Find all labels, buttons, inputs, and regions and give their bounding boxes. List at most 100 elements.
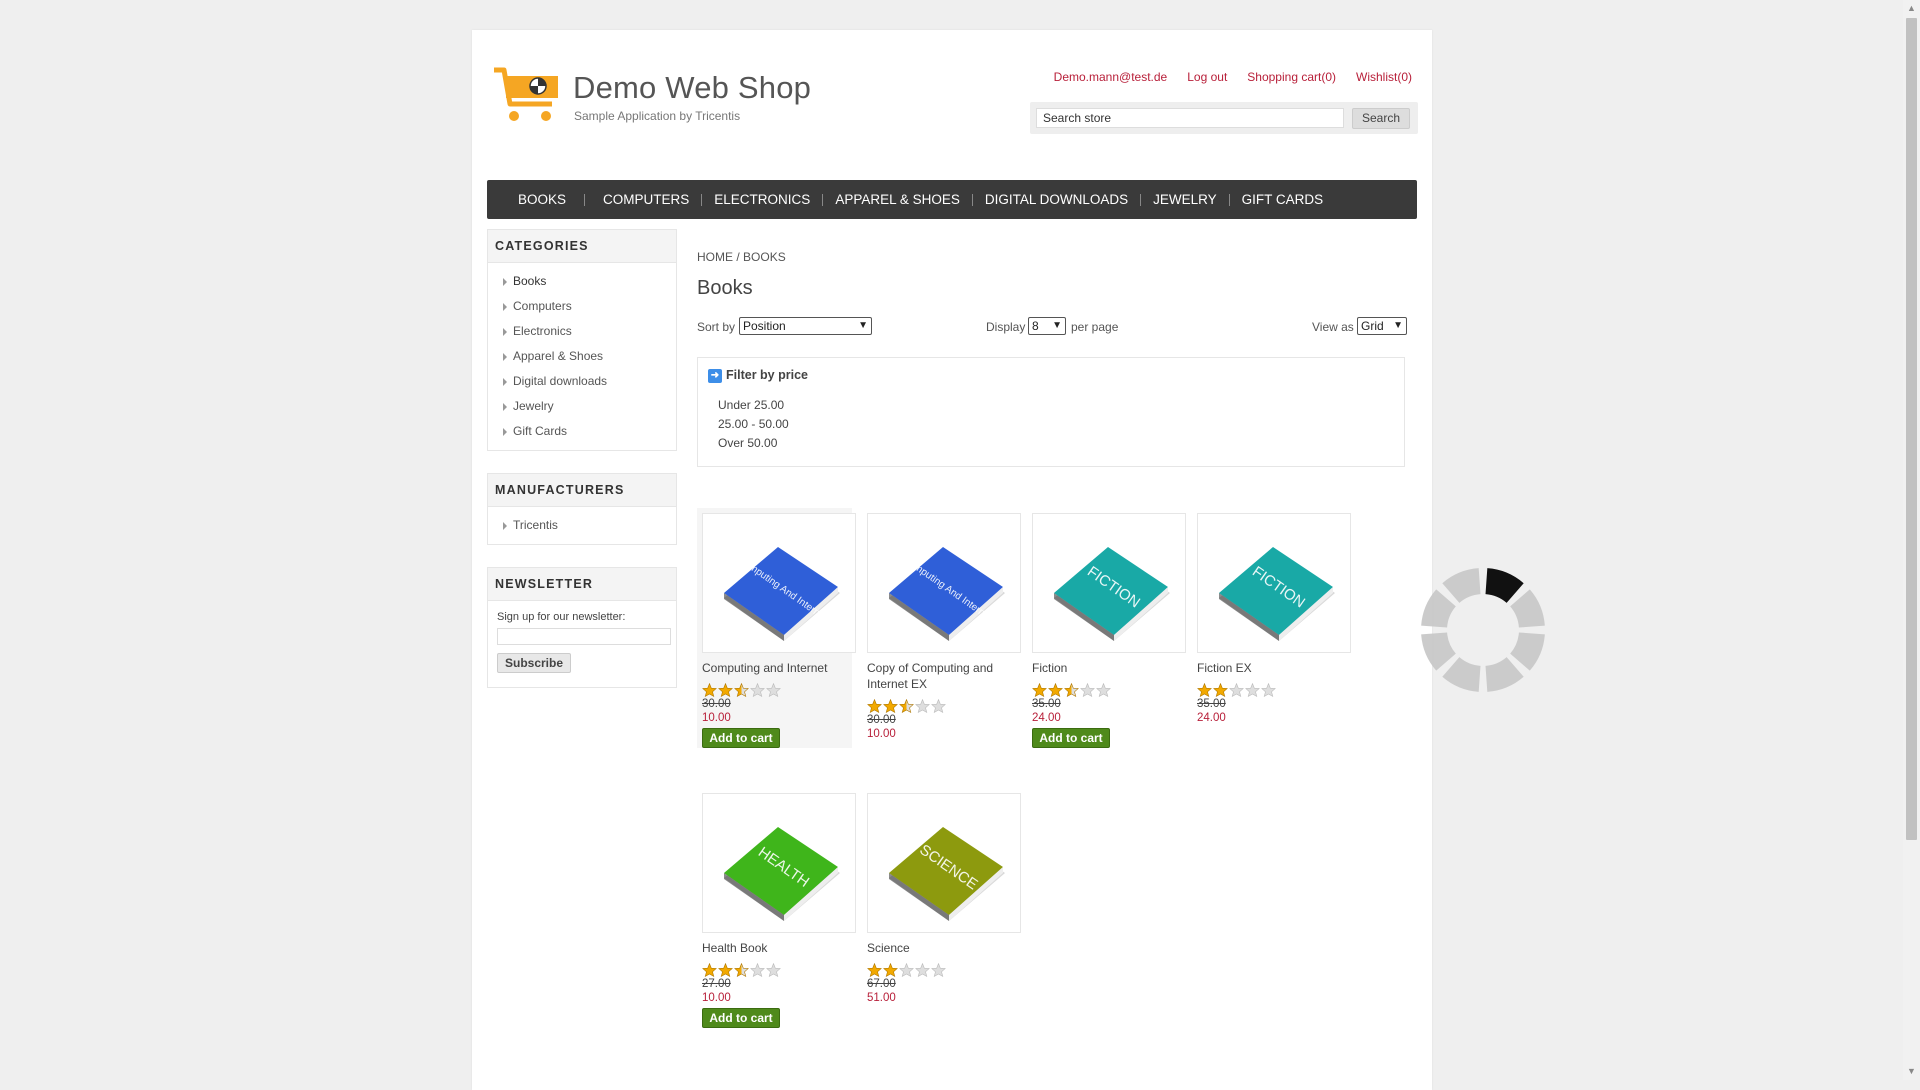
product-image[interactable]: Computing And Internet (867, 513, 1021, 653)
star-icon (702, 682, 718, 698)
book-cover-image: Computing And Internet (889, 547, 1005, 641)
star-icon (1261, 682, 1277, 698)
product-title[interactable]: Science (867, 940, 1017, 956)
product-title[interactable]: Health Book (702, 940, 852, 956)
menu-item-computers[interactable]: COMPUTERS (603, 192, 689, 207)
product-image[interactable]: FICTION (1032, 513, 1186, 653)
product-item: Computing And Internet Computing and Inte… (697, 508, 856, 748)
search-button[interactable]: Search (1352, 108, 1410, 129)
spinner-segment (1485, 657, 1524, 692)
price-option-over-50[interactable]: Over 50.00 (718, 434, 789, 453)
arrow-right-icon (503, 403, 507, 411)
sort-value: Position (743, 319, 786, 333)
category-label: Computers (513, 299, 572, 313)
top-menu: BOOKS COMPUTERS ELECTRONICS APPAREL & SH… (487, 180, 1417, 219)
star-icon (867, 698, 883, 714)
menu-item-books[interactable]: BOOKS (518, 192, 566, 207)
newsletter-title: NEWSLETTER (488, 568, 676, 601)
vertical-scrollbar[interactable]: ▲ ▼ (1903, 0, 1920, 1080)
chevron-down-icon: ▼ (858, 320, 868, 331)
star-icon (915, 962, 931, 978)
arrow-right-icon (503, 303, 507, 311)
product-title[interactable]: Computing and Internet (702, 660, 852, 676)
arrow-right-icon (503, 353, 507, 361)
add-to-cart-button[interactable]: Add to cart (702, 728, 780, 748)
display-value: 8 (1032, 319, 1039, 333)
category-label: Electronics (513, 324, 572, 338)
book-cover-image: FICTION (1054, 547, 1170, 641)
categories-block: CATEGORIES Books Computers Electronics A… (487, 229, 677, 451)
logo[interactable]: Demo Web Shop Sample Application by Tric… (492, 64, 811, 124)
price-option-under-25[interactable]: Under 25.00 (718, 396, 789, 415)
product-title[interactable]: Copy of Computing and Internet EX (867, 660, 1017, 692)
categories-title: CATEGORIES (488, 230, 676, 263)
header-links: Demo.mann@test.de Log out Shopping cart(0)… (1034, 70, 1412, 84)
star-icon (883, 962, 899, 978)
manufacturers-block: MANUFACTURERS Tricentis (487, 473, 677, 545)
menu-separator (701, 193, 703, 206)
product-title[interactable]: Fiction (1032, 660, 1182, 676)
star-icon (734, 962, 750, 978)
category-books[interactable]: Books (488, 269, 676, 294)
actual-price: 10.00 (867, 728, 896, 740)
breadcrumb-home[interactable]: HOME (697, 250, 733, 264)
site-title: Demo Web Shop (573, 70, 812, 105)
category-gift-cards[interactable]: Gift Cards (488, 419, 676, 444)
menu-item-gift-cards[interactable]: GIFT CARDS (1242, 192, 1324, 207)
product-image[interactable]: FICTION (1197, 513, 1351, 653)
actual-price: 10.00 (702, 712, 731, 724)
star-icon (915, 698, 931, 714)
newsletter-email-input[interactable] (497, 628, 671, 645)
search-input[interactable]: Search store (1036, 108, 1344, 128)
star-icon (931, 962, 947, 978)
add-to-cart-button[interactable]: Add to cart (1032, 728, 1110, 748)
scroll-down-arrow-icon[interactable]: ▼ (1903, 1063, 1920, 1080)
breadcrumb: HOME / BOOKS (697, 250, 786, 264)
filter-toggle[interactable]: ➜ Filter by price (708, 368, 808, 383)
category-digital-downloads[interactable]: Digital downloads (488, 369, 676, 394)
star-icon (899, 698, 915, 714)
product-image[interactable]: HEALTH (702, 793, 856, 933)
chevron-down-icon: ▼ (1393, 320, 1403, 331)
rating-stars (867, 698, 947, 714)
subscribe-button[interactable]: Subscribe (497, 653, 571, 673)
spinner-segment (1510, 632, 1545, 671)
rating-stars (1197, 682, 1277, 698)
sort-select[interactable]: Position ▼ (739, 317, 872, 335)
view-select[interactable]: Grid ▼ (1357, 317, 1407, 335)
menu-item-apparel-shoes[interactable]: APPAREL & SHOES (835, 192, 960, 207)
menu-item-digital-downloads[interactable]: DIGITAL DOWNLOADS (985, 192, 1128, 207)
category-apparel-shoes[interactable]: Apparel & Shoes (488, 344, 676, 369)
menu-item-electronics[interactable]: ELECTRONICS (714, 192, 810, 207)
menu-separator (1228, 193, 1230, 206)
menu-item-jewelry[interactable]: JEWELRY (1153, 192, 1217, 207)
spinner-segment (1421, 589, 1456, 628)
star-icon (1197, 682, 1213, 698)
logout-link[interactable]: Log out (1187, 70, 1227, 84)
account-link[interactable]: Demo.mann@test.de (1054, 70, 1168, 84)
old-price: 67.00 (867, 978, 896, 990)
loading-spinner-icon (1421, 568, 1545, 692)
category-electronics[interactable]: Electronics (488, 319, 676, 344)
menu-separator (971, 193, 973, 206)
price-option-25-50[interactable]: 25.00 - 50.00 (718, 415, 789, 434)
book-cover-image: HEALTH (724, 827, 840, 921)
product-title[interactable]: Fiction EX (1197, 660, 1347, 676)
add-to-cart-button[interactable]: Add to cart (702, 1008, 780, 1028)
breadcrumb-separator: / (733, 250, 744, 264)
price-filter: ➜ Filter by price Under 25.00 25.00 - 50.… (697, 357, 1405, 467)
wishlist-link[interactable]: Wishlist(0) (1356, 70, 1412, 84)
star-icon (734, 682, 750, 698)
display-select[interactable]: 8 ▼ (1028, 317, 1066, 335)
manufacturer-tricentis[interactable]: Tricentis (488, 513, 676, 538)
spinner-segment (1510, 589, 1545, 628)
product-image[interactable]: Computing And Internet (702, 513, 856, 653)
category-computers[interactable]: Computers (488, 294, 676, 319)
menu-separator (584, 193, 586, 206)
product-item: SCIENCE Science 67.00 51.00 (862, 788, 1021, 1018)
product-image[interactable]: SCIENCE (867, 793, 1021, 933)
category-jewelry[interactable]: Jewelry (488, 394, 676, 419)
scroll-up-arrow-icon[interactable]: ▲ (1903, 0, 1920, 17)
scrollbar-thumb[interactable] (1906, 18, 1917, 840)
shopping-cart-link[interactable]: Shopping cart(0) (1247, 70, 1336, 84)
